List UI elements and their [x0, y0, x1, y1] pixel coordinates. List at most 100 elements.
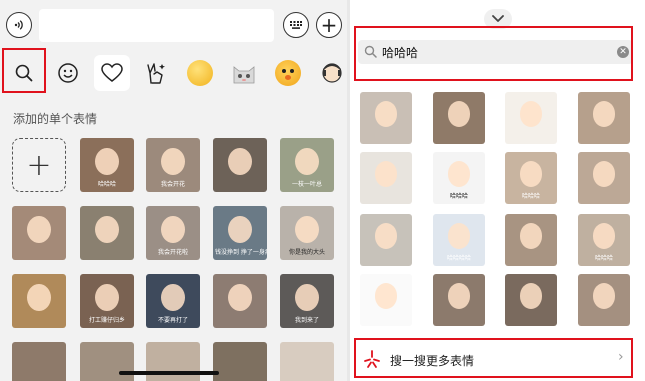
left-sticker[interactable]: 哈哈哈	[80, 138, 134, 192]
sticker-caption: 一枝一叶总	[291, 181, 322, 188]
yellow-face-icon	[187, 60, 213, 86]
right-sticker[interactable]: 哈哈哈哈	[433, 214, 485, 266]
keyboard-button[interactable]	[283, 12, 309, 38]
section-title: 添加的单个表情	[13, 112, 98, 126]
sticker-face	[519, 283, 543, 310]
tab-chick-pack[interactable]	[270, 55, 306, 91]
emoji-panel: + 添加的单个表情 + 哈哈哈 我会开花 一枝一叶总 我会开花啦 钱没挣到 挣了…	[0, 0, 347, 381]
sticker-caption: 不要再打了	[157, 317, 188, 324]
highlight-box-search-field	[354, 26, 633, 81]
highlight-box-more-row	[354, 338, 633, 378]
sticker-face	[592, 283, 616, 310]
right-sticker[interactable]	[578, 274, 630, 326]
sticker-face	[95, 215, 119, 243]
cat-face-icon	[233, 66, 255, 84]
smiley-icon	[58, 63, 78, 83]
right-sticker[interactable]: 哈哈哈	[505, 152, 557, 204]
sticker-caption: 哈哈哈	[449, 193, 468, 200]
sticker-caption: 哈哈哈	[594, 255, 613, 262]
sticker-face	[295, 147, 319, 175]
tab-favorites[interactable]	[94, 55, 130, 91]
left-sticker[interactable]	[12, 342, 66, 381]
left-sticker[interactable]: 我会开花啦	[146, 206, 200, 260]
victory-hand-icon	[147, 63, 165, 84]
sticker-face	[295, 283, 319, 311]
sticker-face	[519, 161, 543, 188]
sticker-face	[27, 283, 51, 311]
left-sticker[interactable]	[12, 206, 66, 260]
heart-icon	[101, 63, 123, 82]
keyboard-icon	[290, 21, 302, 29]
sticker-caption: 打工赚仔归乡	[88, 317, 125, 324]
sticker-face	[374, 101, 398, 128]
left-sticker[interactable]	[146, 342, 200, 381]
sticker-face	[374, 161, 398, 188]
left-sticker[interactable]	[213, 274, 267, 328]
sticker-caption: 钱没挣到 挣了一身病	[215, 249, 267, 256]
tab-character-pack[interactable]	[314, 55, 347, 91]
right-sticker[interactable]	[505, 274, 557, 326]
left-sticker[interactable]: 我到来了	[280, 274, 334, 328]
message-input[interactable]	[39, 9, 274, 42]
left-sticker[interactable]	[12, 274, 66, 328]
sticker-face	[161, 215, 185, 243]
tab-emoji[interactable]	[50, 55, 86, 91]
left-sticker[interactable]: 打工赚仔归乡	[80, 274, 134, 328]
right-sticker[interactable]	[433, 92, 485, 144]
right-sticker[interactable]	[360, 152, 412, 204]
input-bar: +	[0, 0, 347, 52]
sticker-face	[295, 215, 319, 243]
tab-cat-pack[interactable]	[226, 55, 262, 91]
sticker-face	[228, 147, 252, 175]
sticker-caption: 哈哈哈哈	[446, 255, 471, 262]
search-results-grid: 哈哈哈 哈哈哈 哈哈哈哈 哈哈哈	[350, 84, 645, 330]
left-sticker[interactable]: 钱没挣到 挣了一身病	[213, 206, 267, 260]
sticker-grid: 哈哈哈 我会开花 一枝一叶总我会开花啦 钱没挣到 挣了一身病 你是我的大头打工赚仔归乡 不…	[0, 136, 347, 381]
plus-icon: +	[320, 13, 338, 37]
right-sticker[interactable]	[433, 274, 485, 326]
sticker-face	[592, 101, 616, 128]
right-sticker[interactable]	[505, 92, 557, 144]
emoji-tab-bar	[0, 52, 347, 100]
tab-gesture-pack[interactable]	[138, 55, 174, 91]
sticker-face	[447, 223, 471, 250]
left-sticker[interactable]: 不要再打了	[146, 274, 200, 328]
right-sticker[interactable]: 哈哈哈	[433, 152, 485, 204]
sticker-face	[95, 283, 119, 311]
home-indicator	[119, 371, 219, 375]
tab-yellow-face-pack[interactable]	[182, 55, 218, 91]
sticker-face	[95, 147, 119, 175]
sticker-face	[374, 283, 398, 310]
sticker-face	[447, 283, 471, 310]
sticker-face	[27, 215, 51, 243]
right-sticker[interactable]	[360, 274, 412, 326]
more-functions-button[interactable]: +	[316, 12, 342, 38]
left-sticker[interactable]	[80, 206, 134, 260]
right-sticker[interactable]: 哈哈哈	[578, 214, 630, 266]
chevron-down-icon	[492, 15, 504, 22]
sticker-caption: 我会开花啦	[157, 249, 188, 256]
left-sticker[interactable]	[213, 342, 267, 381]
left-sticker[interactable]: 你是我的大头	[280, 206, 334, 260]
sticker-face	[447, 161, 471, 188]
voice-button[interactable]	[6, 12, 32, 38]
voice-icon	[14, 20, 23, 30]
right-sticker[interactable]	[578, 152, 630, 204]
left-sticker[interactable]	[80, 342, 134, 381]
right-sticker[interactable]	[578, 92, 630, 144]
highlight-box-search-tab	[2, 48, 46, 93]
chick-face-icon	[275, 60, 301, 86]
left-sticker[interactable]	[213, 138, 267, 192]
right-sticker[interactable]	[360, 92, 412, 144]
sticker-face	[447, 101, 471, 128]
sticker-face	[374, 223, 398, 250]
left-sticker[interactable]	[280, 342, 334, 381]
sticker-caption: 哈哈哈	[521, 193, 540, 200]
sticker-caption: 哈哈哈	[97, 181, 116, 188]
sticker-face	[519, 223, 543, 250]
left-sticker[interactable]: 我会开花	[146, 138, 200, 192]
right-sticker[interactable]	[360, 214, 412, 266]
right-sticker[interactable]	[505, 214, 557, 266]
sticker-face	[592, 161, 616, 188]
left-sticker[interactable]: 一枝一叶总	[280, 138, 334, 192]
